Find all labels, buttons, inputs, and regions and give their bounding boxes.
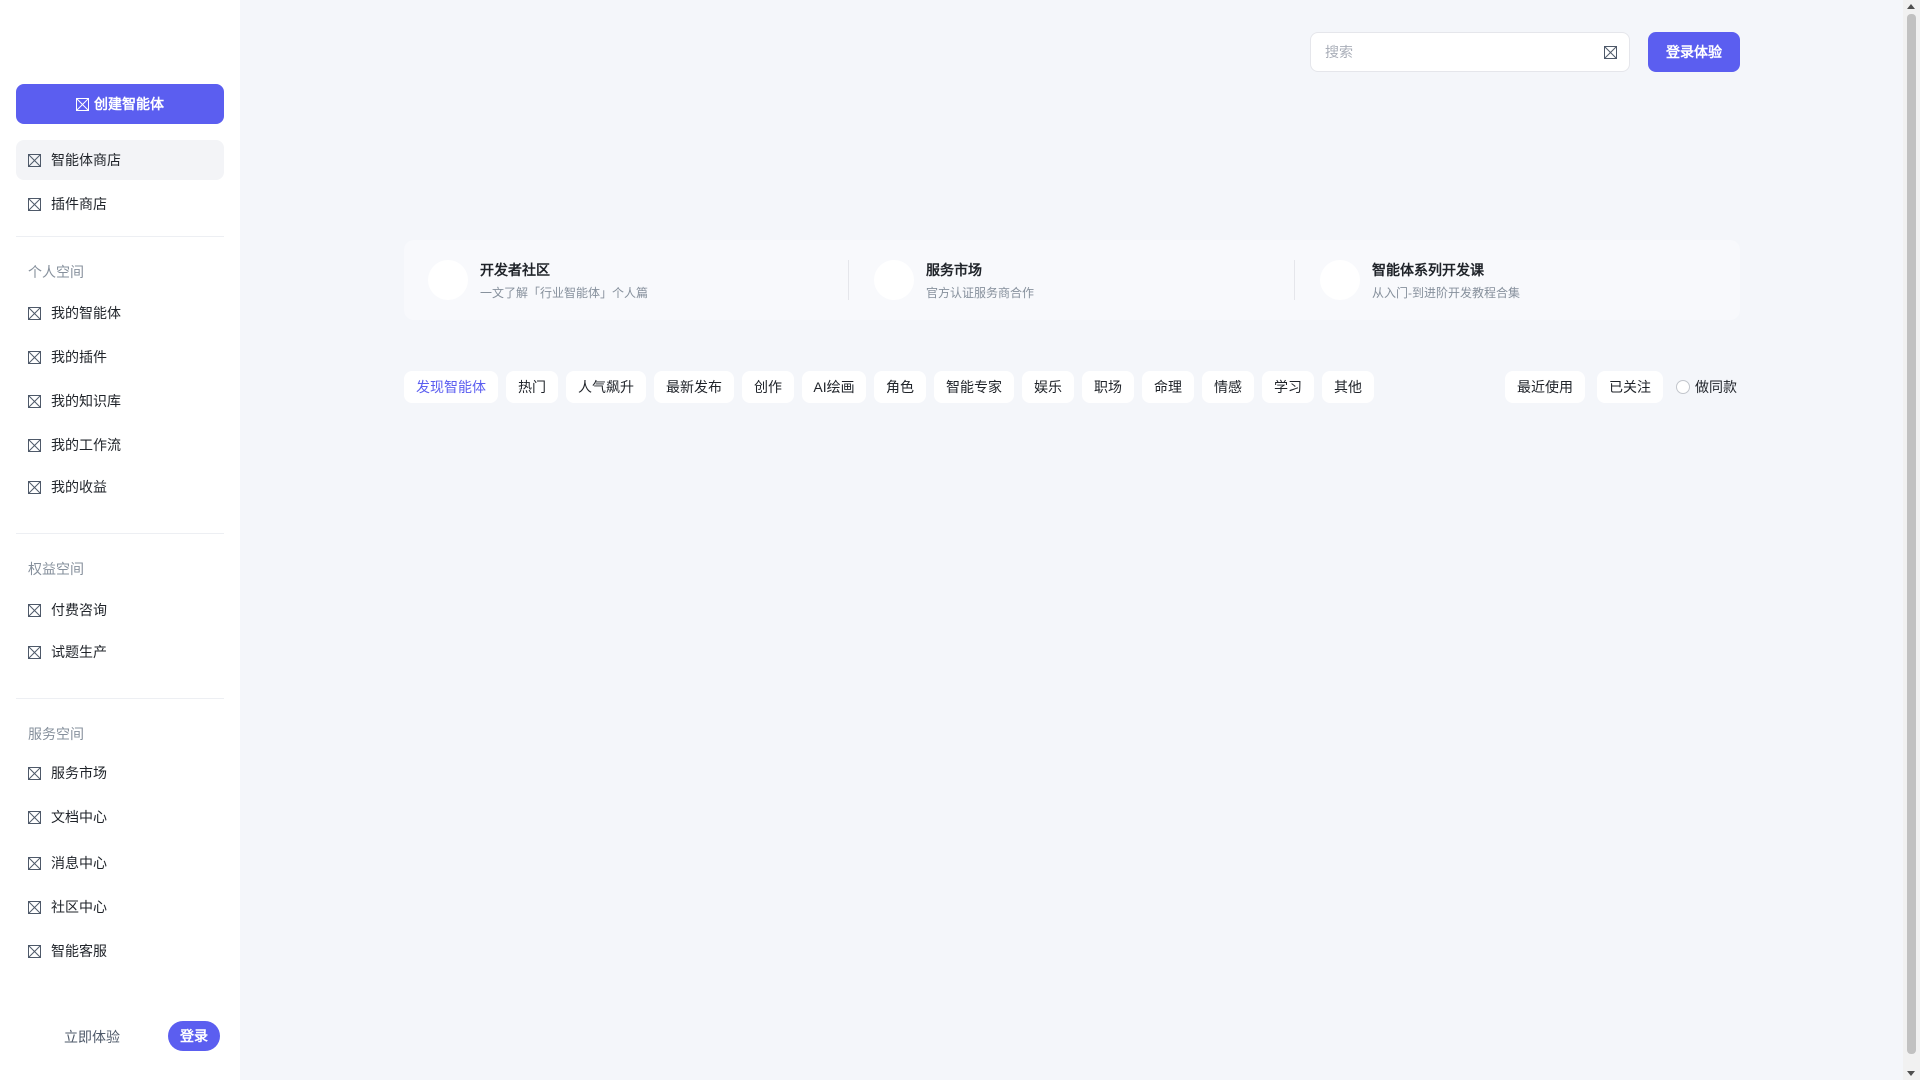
banner-title: 智能体系列开发课 (1372, 261, 1484, 278)
sidebar-item-doc-center[interactable]: 文档中心 (16, 797, 224, 837)
tab-fortune[interactable]: 命理 (1142, 371, 1194, 403)
banner-avatar (1320, 260, 1360, 300)
tab-hot[interactable]: 热门 (506, 371, 558, 403)
page-scrollbar[interactable] (1903, 0, 1920, 1080)
sidebar: 创建智能体 智能体商店 插件商店 个人空间 我的智能体 我的插件 我的知识库 我… (0, 0, 240, 1080)
search-input[interactable] (1323, 43, 1604, 61)
tab-latest[interactable]: 最新发布 (654, 371, 734, 403)
tab-trending[interactable]: 人气飙升 (566, 371, 646, 403)
sidebar-item-my-agents[interactable]: 我的智能体 (16, 293, 224, 333)
divider (16, 698, 224, 699)
scroll-thumb[interactable] (1907, 14, 1916, 1054)
image-placeholder-icon (28, 438, 41, 452)
image-placeholder-icon (28, 645, 41, 659)
scroll-up-icon[interactable] (1907, 4, 1915, 9)
banner: 开发者社区 一文了解「行业智能体」个人篇 服务市场 官方认证服务商合作 智能体系… (404, 240, 1740, 320)
image-placeholder-icon (28, 603, 41, 617)
tab-entertainment[interactable]: 娱乐 (1022, 371, 1074, 403)
same-style-label: 做同款 (1695, 379, 1737, 395)
image-placeholder-icon (28, 306, 41, 320)
banner-subtitle: 官方认证服务商合作 (926, 285, 1035, 300)
image-placeholder-icon (28, 350, 41, 364)
login-experience-button[interactable]: 登录体验 (1648, 32, 1740, 72)
sidebar-item-label: 我的智能体 (51, 305, 121, 321)
banner-card-service-market[interactable]: 服务市场 官方认证服务商合作 (874, 240, 1034, 320)
sidebar-item-label: 我的知识库 (51, 393, 121, 409)
section-title-services: 服务空间 (28, 726, 84, 742)
banner-subtitle: 一文了解「行业智能体」个人篇 (480, 285, 649, 300)
search-box (1310, 32, 1630, 72)
search-icon[interactable] (1604, 45, 1617, 59)
create-agent-label: 创建智能体 (94, 96, 164, 112)
create-agent-button[interactable]: 创建智能体 (16, 84, 224, 124)
tab-roles[interactable]: 角色 (874, 371, 926, 403)
sidebar-item-paid-consult[interactable]: 付费咨询 (16, 590, 224, 630)
image-placeholder-icon (28, 394, 41, 408)
sidebar-item-label: 试题生产 (51, 644, 107, 660)
sidebar-item-label: 服务市场 (51, 765, 107, 781)
sidebar-item-label: 我的收益 (51, 479, 107, 495)
sidebar-item-label: 社区中心 (51, 899, 107, 915)
tab-emotion[interactable]: 情感 (1202, 371, 1254, 403)
filter-followed-button[interactable]: 已关注 (1597, 371, 1663, 403)
tab-discover-agents[interactable]: 发现智能体 (404, 371, 498, 403)
banner-divider (1294, 260, 1295, 300)
try-now-link[interactable]: 立即体验 (64, 1027, 120, 1047)
sidebar-item-label: 智能体商店 (51, 152, 121, 168)
banner-divider (848, 260, 849, 300)
sidebar-item-label: 付费咨询 (51, 602, 107, 618)
tab-workplace[interactable]: 职场 (1082, 371, 1134, 403)
image-placeholder-icon (28, 197, 41, 211)
sidebar-item-my-knowledge[interactable]: 我的知识库 (16, 381, 224, 421)
section-title-personal: 个人空间 (28, 264, 84, 280)
scroll-down-icon[interactable] (1907, 1071, 1915, 1076)
radio-circle-icon[interactable] (1676, 380, 1690, 394)
image-placeholder-icon (28, 766, 41, 780)
banner-subtitle: 从入门-到进阶开发教程合集 (1372, 285, 1520, 300)
sidebar-item-community-center[interactable]: 社区中心 (16, 887, 224, 927)
sidebar-item-smart-support[interactable]: 智能客服 (16, 931, 224, 971)
divider (16, 236, 224, 237)
image-placeholder-icon (28, 810, 41, 824)
image-placeholder-icon (28, 900, 41, 914)
sidebar-item-agent-store[interactable]: 智能体商店 (16, 140, 224, 180)
image-placeholder-icon (28, 944, 41, 958)
same-style-radio[interactable]: 做同款 (1676, 371, 1737, 403)
sidebar-item-my-plugins[interactable]: 我的插件 (16, 337, 224, 377)
sidebar-item-my-earnings[interactable]: 我的收益 (16, 467, 224, 507)
image-placeholder-icon (76, 97, 89, 111)
tab-others[interactable]: 其他 (1322, 371, 1374, 403)
tab-experts[interactable]: 智能专家 (934, 371, 1014, 403)
filter-recent-button[interactable]: 最近使用 (1505, 371, 1585, 403)
tab-creation[interactable]: 创作 (742, 371, 794, 403)
sidebar-item-label: 我的工作流 (51, 437, 121, 453)
sidebar-item-label: 智能客服 (51, 943, 107, 959)
banner-title: 开发者社区 (480, 261, 550, 278)
sidebar-item-label: 插件商店 (51, 196, 107, 212)
sidebar-item-label: 我的插件 (51, 349, 107, 365)
banner-title: 服务市场 (926, 261, 982, 278)
banner-avatar (874, 260, 914, 300)
sidebar-item-label: 消息中心 (51, 855, 107, 871)
section-title-benefits: 权益空间 (28, 561, 84, 577)
image-placeholder-icon (28, 153, 41, 167)
divider (16, 533, 224, 534)
sidebar-item-quiz-production[interactable]: 试题生产 (16, 632, 224, 672)
sidebar-item-service-market[interactable]: 服务市场 (16, 753, 224, 793)
banner-card-developer-community[interactable]: 开发者社区 一文了解「行业智能体」个人篇 (428, 240, 648, 320)
sidebar-item-label: 文档中心 (51, 809, 107, 825)
tab-ai-painting[interactable]: AI绘画 (802, 371, 866, 403)
sidebar-item-message-center[interactable]: 消息中心 (16, 843, 224, 883)
image-placeholder-icon (28, 480, 41, 494)
banner-avatar (428, 260, 468, 300)
sidebar-login-button[interactable]: 登录 (168, 1021, 220, 1051)
image-placeholder-icon (28, 856, 41, 870)
tab-study[interactable]: 学习 (1262, 371, 1314, 403)
banner-card-dev-course[interactable]: 智能体系列开发课 从入门-到进阶开发教程合集 (1320, 240, 1520, 320)
sidebar-item-my-workflows[interactable]: 我的工作流 (16, 425, 224, 465)
sidebar-item-plugin-store[interactable]: 插件商店 (16, 184, 224, 224)
